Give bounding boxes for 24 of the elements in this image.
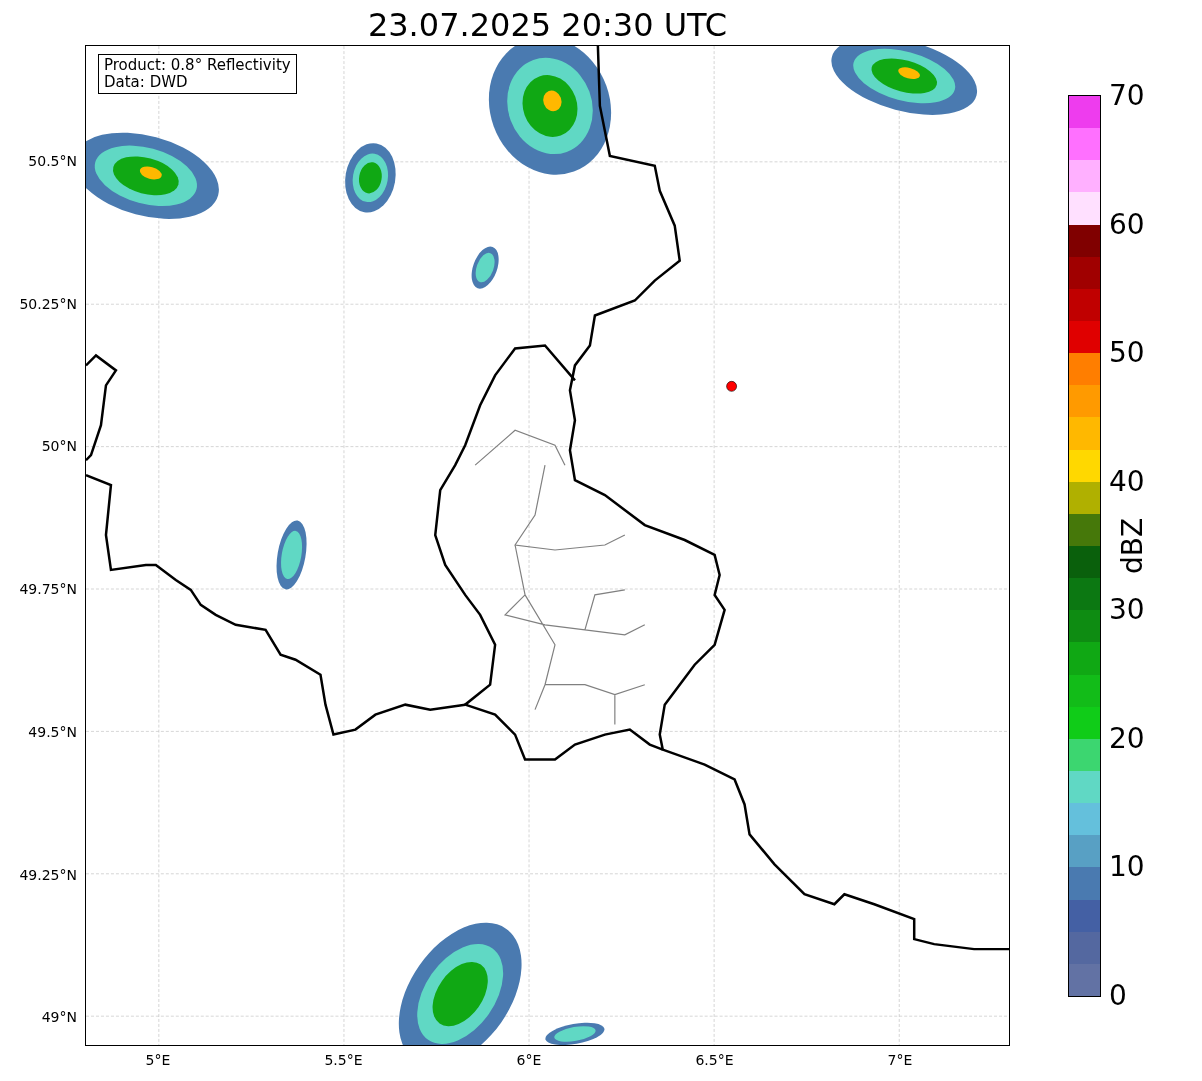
y-tick-label: 50.25°N bbox=[19, 295, 77, 312]
x-tick-label: 6.5°E bbox=[694, 1052, 735, 1068]
x-tick-label: 5.5°E bbox=[323, 1052, 364, 1068]
y-tick-label: 50.5°N bbox=[28, 153, 77, 169]
colorbar-tick-label: 0 bbox=[1109, 981, 1127, 1011]
colorbar-tick-label: 30 bbox=[1109, 595, 1145, 626]
y-tick-label: 49.5°N bbox=[28, 723, 77, 740]
y-tick-label: 49°N bbox=[41, 1009, 77, 1026]
x-tick-label: 7°E bbox=[886, 1052, 914, 1068]
y-tick-label: 49.75°N bbox=[19, 581, 77, 598]
x-tick-label: 5°E bbox=[144, 1052, 172, 1068]
colorbar-tick-label: 60 bbox=[1109, 209, 1145, 240]
info-text: Product: 0.8° Reflectivity bbox=[104, 57, 291, 74]
info-text: Data: DWD bbox=[104, 74, 189, 91]
y-tick-label: 50°N bbox=[41, 438, 77, 455]
x-tick-label: 6°E bbox=[515, 1052, 543, 1068]
chart-title: 23.07.2025 20:30 UTC bbox=[367, 5, 728, 45]
y-tick-label: 49.25°N bbox=[19, 866, 77, 883]
colorbar-tick-label: 50 bbox=[1109, 338, 1145, 369]
colorbar-label: dBZ bbox=[1117, 517, 1148, 575]
colorbar-tick-label: 20 bbox=[1109, 723, 1145, 754]
colorbar-tick-label: 70 bbox=[1109, 81, 1145, 111]
colorbar-tick-label: 10 bbox=[1109, 852, 1145, 883]
colorbar-tick-label: 40 bbox=[1109, 466, 1145, 497]
